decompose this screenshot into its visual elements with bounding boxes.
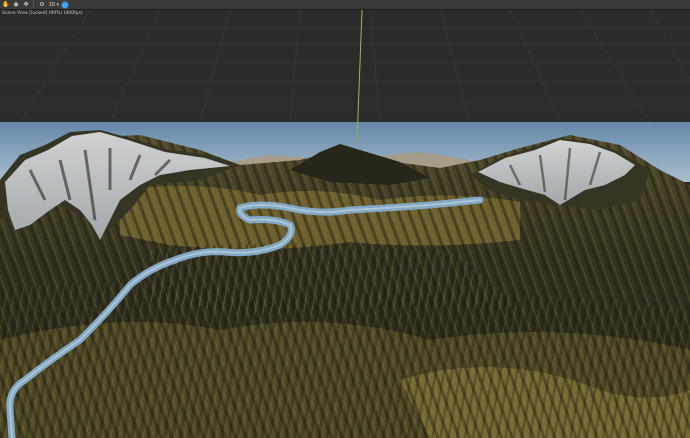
scene-view-status: Scene View [locked] (90%) (400fps)	[2, 11, 83, 16]
settings-icon[interactable]: ⚙	[38, 1, 45, 9]
toolbar-separator	[33, 1, 35, 8]
scene-viewport[interactable]	[0, 10, 690, 438]
terrain-shade	[0, 122, 690, 438]
move-tool-icon[interactable]: ✥	[22, 1, 29, 9]
grid-background	[0, 10, 690, 122]
hand-tool-icon[interactable]: ✋	[2, 1, 9, 9]
view-mode-label: 3D	[48, 1, 56, 8]
view-mode-dropdown[interactable]: 3D ▾	[48, 2, 59, 8]
chevron-down-icon: ▾	[56, 1, 60, 8]
orbit-tool-icon[interactable]: ◉	[12, 1, 19, 9]
scene-toolbar: ✋ ◉ ✥ ⚙ 3D ▾	[0, 0, 690, 10]
globe-icon[interactable]	[62, 1, 69, 8]
scene-render	[0, 10, 690, 438]
